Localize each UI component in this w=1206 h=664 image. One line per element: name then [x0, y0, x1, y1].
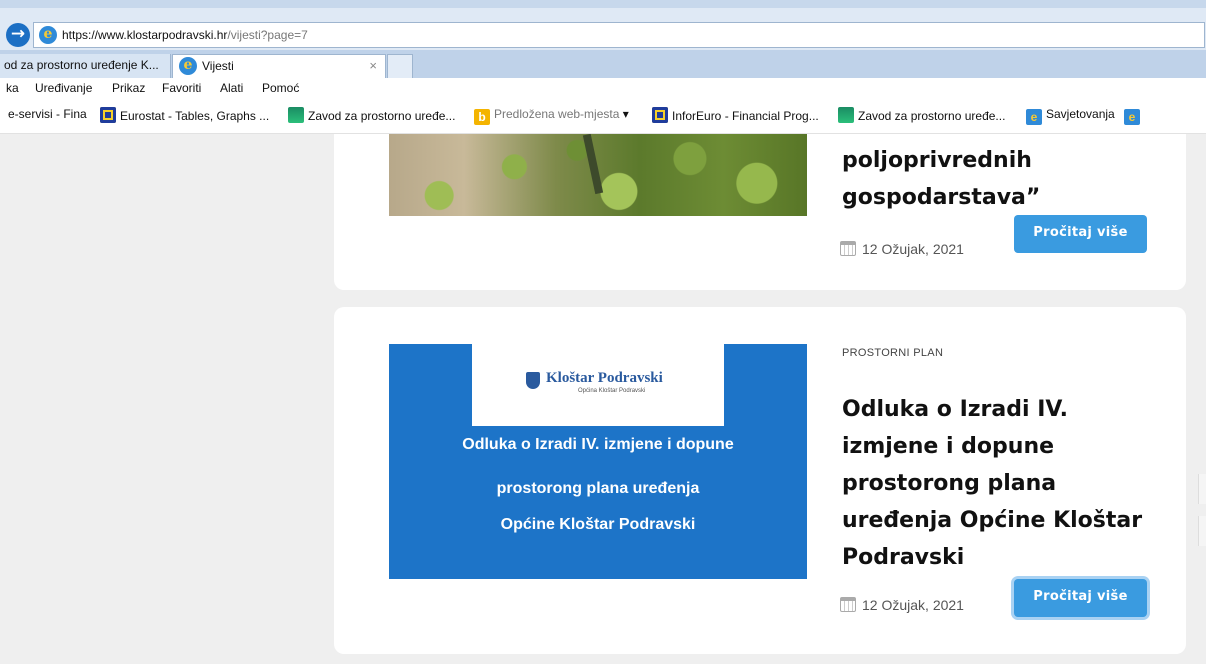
date-text: 12 Ožujak, 2021	[862, 241, 964, 257]
bing-icon: b	[474, 109, 490, 125]
favorite-more[interactable]: e	[1124, 107, 1144, 125]
menu-item-favoriti[interactable]: Favoriti	[162, 81, 201, 95]
calendar-icon	[840, 597, 856, 612]
close-icon[interactable]: ×	[369, 55, 377, 77]
new-tab-button[interactable]	[387, 54, 413, 78]
ie-icon: e	[1026, 109, 1042, 125]
address-bar[interactable]: e https://www.klostarpodravski.hr/vijest…	[33, 22, 1205, 48]
menu-item-pomoc[interactable]: Pomoć	[262, 81, 299, 95]
menu-item-datoteka[interactable]: ka	[6, 81, 19, 95]
ie-icon: e	[1124, 109, 1140, 125]
tab-strip: od za prostorno uređenje K... e Vijesti …	[0, 50, 1206, 78]
favorite-predlozena[interactable]: b Predložena web-mjesta ▾	[474, 107, 629, 125]
read-more-button[interactable]: Pročitaj više	[1014, 215, 1147, 253]
green-site-icon	[838, 107, 854, 123]
article-title[interactable]: Odluka o Izradi IV. izmjene i dopune pro…	[842, 391, 1162, 576]
favorite-label: InforEuro - Financial Prog...	[672, 109, 819, 123]
date-text: 12 Ožujak, 2021	[862, 597, 964, 613]
image-text-line: Odluka o Izradi IV. izmjene i dopune	[462, 436, 734, 453]
tab-label: od za prostorno uređenje K...	[4, 58, 159, 72]
url-host: https://www.klostarpodravski.hr	[62, 28, 228, 42]
url-text: https://www.klostarpodravski.hr/vijesti?…	[62, 28, 308, 42]
article-date: 12 Ožujak, 2021	[840, 597, 964, 613]
ie-icon: e	[179, 57, 197, 75]
article-category[interactable]: PROSTORNI PLAN	[842, 347, 943, 359]
menu-item-uredivanje[interactable]: Uređivanje	[35, 81, 92, 95]
favorite-label: e-servisi - Fina	[8, 107, 87, 121]
title-bar	[0, 0, 1206, 8]
logo-name: Kloštar Podravski	[546, 370, 663, 386]
url-path: /vijesti?page=7	[227, 28, 308, 42]
green-site-icon	[288, 107, 304, 123]
image-text-line: Općine Kloštar Podravski	[500, 516, 696, 533]
calendar-icon	[840, 241, 856, 256]
menu-item-alati[interactable]: Alati	[220, 81, 243, 95]
tab-vijesti[interactable]: e Vijesti ×	[172, 54, 386, 78]
tab-zavod[interactable]: od za prostorno uređenje K...	[0, 54, 171, 78]
favorite-label: Eurostat - Tables, Graphs ...	[120, 109, 270, 123]
favorite-label: Zavod za prostorno uređe...	[858, 109, 1006, 123]
scrollbar-handle[interactable]	[1198, 516, 1206, 546]
logo-subtitle: Općina Kloštar Podravski	[578, 388, 646, 394]
browser-chrome: → e https://www.klostarpodravski.hr/vije…	[0, 0, 1206, 134]
image-text-line: prostorong plana uređenja	[496, 480, 700, 497]
scrollbar-handle[interactable]	[1198, 474, 1206, 504]
image-detail	[582, 134, 604, 195]
address-row: → e https://www.klostarpodravski.hr/vije…	[0, 8, 1206, 50]
favorites-bar: e-servisi - Fina Eurostat - Tables, Grap…	[0, 100, 1206, 134]
eu-flag-icon	[100, 107, 116, 123]
back-button[interactable]: →	[6, 23, 30, 47]
tab-label: Vijesti	[202, 59, 234, 73]
logo-panel: Kloštar Podravski Općina Kloštar Podravs…	[472, 344, 724, 426]
favorite-zavod-1[interactable]: Zavod za prostorno uređe...	[288, 107, 455, 123]
favorite-inforeuro[interactable]: InforEuro - Financial Prog...	[652, 107, 819, 123]
favorite-label: Predložena web-mjesta	[494, 107, 620, 121]
favorite-savjetovanja[interactable]: e Savjetovanja	[1026, 107, 1115, 125]
chevron-down-icon: ▾	[622, 107, 629, 121]
article-title[interactable]: poljoprivrednih gospodarstava”	[842, 142, 1162, 216]
ie-icon: e	[39, 26, 57, 44]
article-date: 12 Ožujak, 2021	[840, 241, 964, 257]
menu-bar: ka Uređivanje Prikaz Favoriti Alati Pomo…	[0, 78, 1206, 100]
read-more-button[interactable]: Pročitaj više	[1014, 579, 1147, 617]
favorite-label: Zavod za prostorno uređe...	[308, 109, 456, 123]
menu-item-prikaz[interactable]: Prikaz	[112, 81, 145, 95]
coat-of-arms-icon	[526, 372, 540, 389]
page-content: poljoprivrednih gospodarstava” 12 Ožujak…	[0, 134, 1206, 664]
favorite-fina[interactable]: e-servisi - Fina	[8, 107, 87, 121]
article-card: poljoprivrednih gospodarstava” 12 Ožujak…	[334, 134, 1186, 290]
eu-flag-icon	[652, 107, 668, 123]
favorite-eurostat[interactable]: Eurostat - Tables, Graphs ...	[100, 107, 269, 123]
favorite-label: Savjetovanja	[1046, 107, 1115, 121]
article-image[interactable]	[389, 134, 807, 216]
article-image[interactable]: Kloštar Podravski Općina Kloštar Podravs…	[389, 344, 807, 579]
favorite-zavod-2[interactable]: Zavod za prostorno uređe...	[838, 107, 1005, 123]
article-card: Kloštar Podravski Općina Kloštar Podravs…	[334, 307, 1186, 654]
